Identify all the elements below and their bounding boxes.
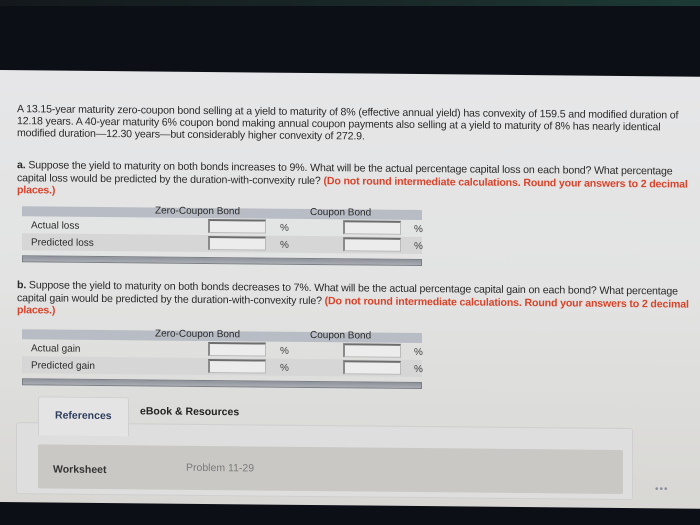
row-label: Actual gain [31,343,81,355]
table-footer-bar [22,255,422,267]
column-header-coupon: Coupon Bond [310,206,372,219]
tab-ebook-resources[interactable]: eBook & Resources [124,393,255,428]
question-a-label: a. [17,159,26,172]
predicted-gain-zero-input[interactable] [208,358,266,374]
question-b: b. Suppose the yield to maturity on both… [17,279,692,323]
percent-unit: % [280,239,289,251]
column-header-coupon: Coupon Bond [310,329,372,342]
worksheet-bar[interactable]: Worksheet Problem 11-29 [38,444,623,494]
percent-unit: % [280,345,289,357]
percent-unit: % [414,223,423,236]
percent-unit: % [414,363,423,376]
monitor-bezel [0,0,700,6]
screen: A 13.15-year maturity zero-coupon bond s… [0,70,700,509]
predicted-loss-coupon-input[interactable] [343,237,401,252]
predicted-loss-zero-input[interactable] [208,235,266,251]
more-options-icon[interactable]: ••• [655,484,669,495]
percent-unit: % [414,240,423,253]
question-b-label: b. [17,279,27,292]
predicted-gain-coupon-input[interactable] [343,360,401,375]
answer-table-b: Zero-Coupon Bond Coupon Bond Actual gain… [22,328,423,390]
table-row-predicted-gain: Predicted gain % % [22,356,423,378]
question-a: a. Suppose the yield to maturity on both… [17,159,692,203]
row-label: Actual loss [31,220,80,232]
resource-tabs: References eBook & Resources Worksheet P… [16,390,646,501]
percent-unit: % [414,346,423,359]
column-header-zero-coupon: Zero-Coupon Bond [155,205,241,218]
worksheet-label: Worksheet [53,463,107,477]
percent-unit: % [280,222,289,234]
actual-gain-zero-input[interactable] [208,341,266,357]
problem-content: A 13.15-year maturity zero-coupon bond s… [17,103,692,390]
column-header-zero-coupon: Zero-Coupon Bond [155,328,241,341]
table-row-predicted-loss: Predicted loss % % [22,233,423,255]
row-label: Predicted gain [31,360,95,372]
percent-unit: % [280,362,289,374]
actual-gain-coupon-input[interactable] [343,343,401,358]
tab-references[interactable]: References [38,396,129,437]
actual-loss-coupon-input[interactable] [343,220,401,235]
problem-number: Problem 11-29 [186,461,255,475]
actual-loss-zero-input[interactable] [208,218,266,234]
row-label: Predicted loss [31,237,94,249]
table-footer-bar [22,378,422,390]
problem-intro: A 13.15-year maturity zero-coupon bond s… [17,103,679,143]
answer-table-a: Zero-Coupon Bond Coupon Bond Actual loss… [22,205,423,267]
